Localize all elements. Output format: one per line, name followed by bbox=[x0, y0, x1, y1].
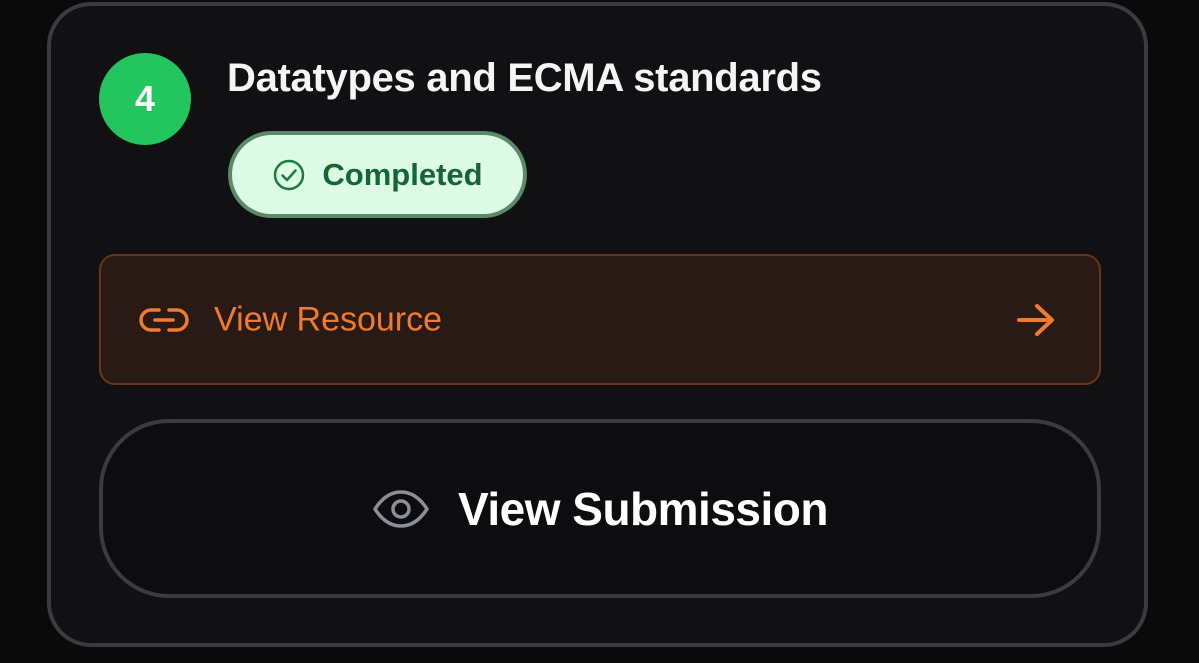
view-resource-label: View Resource bbox=[214, 300, 443, 338]
step-title: Datatypes and ECMA standards bbox=[227, 56, 822, 100]
eye-icon bbox=[372, 489, 430, 529]
view-submission-label: View Submission bbox=[458, 482, 828, 535]
step-number-badge: 4 bbox=[99, 53, 191, 145]
status-badge: Completed bbox=[228, 131, 527, 218]
link-icon bbox=[139, 305, 189, 335]
arrow-right-icon bbox=[1015, 302, 1057, 338]
view-resource-button[interactable]: View Resource bbox=[99, 254, 1101, 385]
check-circle-icon bbox=[272, 158, 306, 192]
view-submission-button[interactable]: View Submission bbox=[99, 419, 1101, 598]
status-label: Completed bbox=[322, 156, 483, 192]
